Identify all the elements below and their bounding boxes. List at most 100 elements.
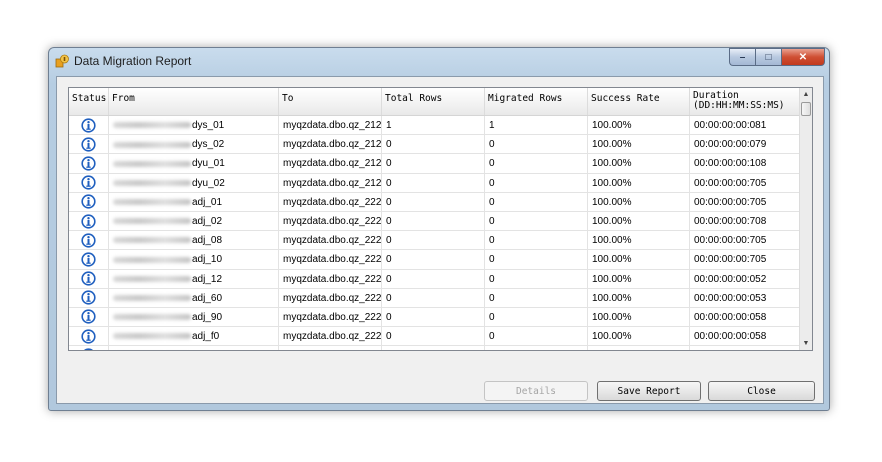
status-cell xyxy=(69,269,109,289)
column-header-migrated-rows[interactable]: Migrated Rows xyxy=(485,88,588,115)
table-row[interactable]: dyu_02 myqzdata.dbo.qz_212_ 0 0 100.00% 00:00… xyxy=(69,173,800,193)
table-row[interactable]: adj_90 myqzdata.dbo.qz_222_ 0 0 100.00% 00:00… xyxy=(69,307,800,328)
duration-cell: 00:00:00:00:053 xyxy=(690,288,800,308)
duration-cell: 00:00:00:00:705 xyxy=(690,231,800,251)
info-icon xyxy=(81,309,96,325)
minimize-button[interactable]: – xyxy=(729,48,755,66)
maximize-button[interactable]: □ xyxy=(755,48,781,66)
close-button[interactable]: Close xyxy=(708,381,815,401)
redacted-text xyxy=(113,160,191,167)
column-header-success-rate[interactable]: Success Rate xyxy=(588,88,690,115)
total-rows-cell: 0 xyxy=(382,173,485,193)
from-table-suffix: adj_01 xyxy=(192,196,223,208)
table-row[interactable]: adj_f0 myqzdata.dbo.qz_222_ 0 0 100.00% 00:00… xyxy=(69,327,800,347)
redacted-text xyxy=(113,275,191,282)
from-cell: adj_10 xyxy=(109,250,279,270)
column-header-duration[interactable]: Duration (DD:HH:MM:SS:MS) xyxy=(690,88,800,115)
to-cell: myqzdata.dbo.qz_212_ xyxy=(279,135,382,155)
table-row[interactable]: adj_10 myqzdata.dbo.qz_222_ 0 0 100.00% 00:00… xyxy=(69,250,800,270)
from-table-suffix: adj_02 xyxy=(192,215,223,227)
table-row[interactable]: adj_12 myqzdata.dbo.qz_222_ 0 0 100.00% 00:00… xyxy=(69,269,800,289)
migrated-rows-cell: 0 xyxy=(485,173,588,193)
scroll-down-icon[interactable]: ▼ xyxy=(800,337,812,350)
migration-results-grid[interactable]: Status From To Total Rows Migrated Rows … xyxy=(68,87,813,351)
to-cell: myqzdata.dbo.qz_222_ xyxy=(279,307,382,328)
to-cell: myqzdata.dbo.qz_222_ xyxy=(279,231,382,251)
from-table-suffix: adj_10 xyxy=(192,254,223,266)
total-rows-cell: 0 xyxy=(382,211,485,232)
to-cell: myqzdata.dbo.qz_222_ xyxy=(279,327,382,347)
status-cell xyxy=(69,116,109,136)
success-rate-cell: 100.00% xyxy=(588,154,690,174)
table-row[interactable]: adj_08 myqzdata.dbo.qz_222_ 0 0 100.00% 00:00… xyxy=(69,231,800,251)
scroll-up-icon[interactable]: ▲ xyxy=(800,88,812,101)
title-bar[interactable]: Data Migration Report – □ ✕ xyxy=(49,48,829,76)
column-header-total-rows[interactable]: Total Rows xyxy=(382,88,485,115)
info-icon xyxy=(81,194,96,209)
table-row[interactable]: adj_02 myqzdata.dbo.qz_222_ 0 0 100.00% 00:00… xyxy=(69,211,800,232)
maximize-icon: □ xyxy=(765,51,772,63)
to-cell: myqzdata.dbo.qz_222_ xyxy=(279,346,382,350)
total-rows-cell: 0 xyxy=(382,192,485,212)
app-icon xyxy=(55,54,69,68)
total-rows-cell: 0 xyxy=(382,231,485,251)
info-icon xyxy=(81,329,96,344)
table-row[interactable]: adj_60 myqzdata.dbo.qz_222_ 0 0 100.00% 00:00… xyxy=(69,288,800,308)
close-window-button[interactable]: ✕ xyxy=(781,48,825,66)
total-rows-cell: 0 xyxy=(382,269,485,289)
from-cell: dyu_01 xyxy=(109,154,279,174)
from-cell: adj_f0 xyxy=(109,327,279,347)
redacted-text xyxy=(113,333,191,340)
redacted-text xyxy=(113,237,191,244)
status-cell xyxy=(69,135,109,155)
redacted-text xyxy=(113,256,191,263)
migrated-rows-cell: 0 xyxy=(485,154,588,174)
table-row[interactable]: 222_dys_01myqzdata.dbo.qz_222_00100.00%0… xyxy=(69,346,800,350)
scroll-thumb[interactable] xyxy=(801,102,811,116)
migrated-rows-cell: 1 xyxy=(485,116,588,136)
migrated-rows-cell: 0 xyxy=(485,231,588,251)
success-rate-cell: 100.00% xyxy=(588,307,690,328)
table-row[interactable]: dys_01 myqzdata.dbo.qz_212_ 1 1 100.00% 00:00… xyxy=(69,116,800,136)
from-cell: adj_08 xyxy=(109,231,279,251)
info-icon xyxy=(81,175,96,190)
table-row[interactable]: dyu_01 myqzdata.dbo.qz_212_ 0 0 100.00% 00:00… xyxy=(69,154,800,174)
from-table-suffix: dyu_02 xyxy=(192,177,225,189)
minimize-icon: – xyxy=(739,51,746,63)
info-icon xyxy=(81,213,96,229)
from-table-suffix: adj_90 xyxy=(192,311,223,323)
migrated-rows-cell: 0 xyxy=(485,211,588,232)
success-rate-cell: 100.00% xyxy=(588,135,690,155)
info-icon xyxy=(83,348,94,350)
status-cell xyxy=(69,327,109,347)
from-table-suffix: dyu_01 xyxy=(192,158,225,170)
duration-cell: 00:00:00:00:077 xyxy=(690,346,800,350)
save-report-button[interactable]: Save Report xyxy=(597,381,701,401)
redacted-text xyxy=(113,199,191,206)
column-header-status[interactable]: Status xyxy=(69,88,109,115)
redacted-text xyxy=(113,141,191,148)
duration-cell: 00:00:00:00:058 xyxy=(690,327,800,347)
success-rate-cell: 100.00% xyxy=(588,269,690,289)
status-cell xyxy=(69,154,109,174)
to-cell: myqzdata.dbo.qz_222_ xyxy=(279,211,382,232)
from-table-suffix: adj_f0 xyxy=(192,331,220,343)
from-cell: adj_02 xyxy=(109,211,279,232)
table-row[interactable]: adj_01 myqzdata.dbo.qz_222_ 0 0 100.00% 00:00… xyxy=(69,192,800,212)
duration-cell: 00:00:00:00:079 xyxy=(690,135,800,155)
details-button[interactable]: Details xyxy=(484,381,588,401)
status-cell xyxy=(69,211,109,232)
from-cell: adj_01 xyxy=(109,192,279,212)
info-icon xyxy=(81,252,96,267)
column-header-from[interactable]: From xyxy=(109,88,279,115)
status-cell xyxy=(69,288,109,308)
column-header-to[interactable]: To xyxy=(279,88,382,115)
success-rate-cell: 100.00% xyxy=(588,116,690,136)
migrated-rows-cell: 0 xyxy=(485,135,588,155)
data-migration-report-window: Data Migration Report – □ ✕ Status From … xyxy=(48,47,830,411)
table-row[interactable]: dys_02 myqzdata.dbo.qz_212_ 0 0 100.00% 00:00… xyxy=(69,135,800,155)
success-rate-cell: 100.00% xyxy=(588,192,690,212)
vertical-scrollbar[interactable]: ▲ ▼ xyxy=(799,88,812,350)
info-icon xyxy=(81,233,96,248)
migrated-rows-cell: 0 xyxy=(485,288,588,308)
